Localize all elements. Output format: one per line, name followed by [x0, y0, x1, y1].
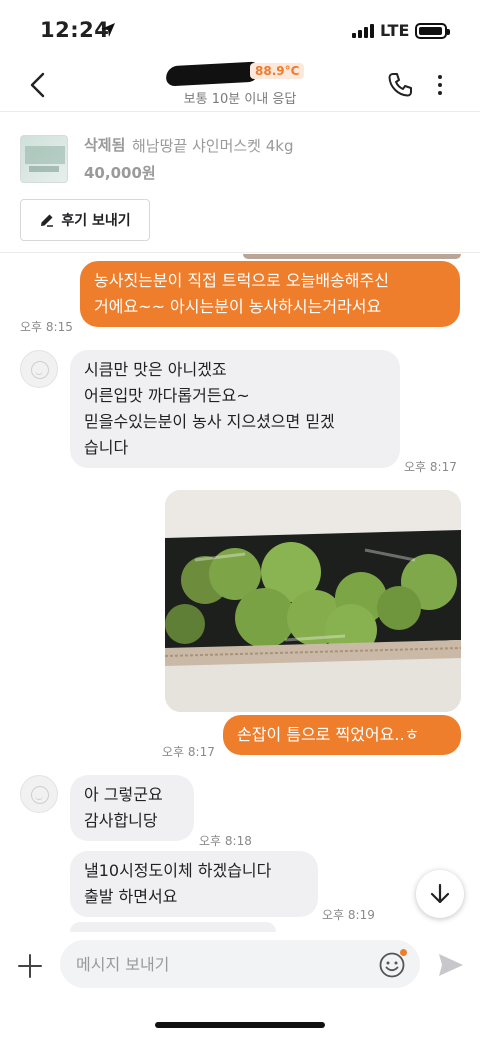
product-card[interactable]: 삭제됨 해남땅끝 샤인머스켓 4kg 40,000원 후기 보내기	[0, 113, 480, 253]
incoming-message[interactable]: 아 그렇군요 감사합니당	[70, 775, 194, 841]
message-time: 오후 8:19	[322, 908, 375, 922]
message-line: 손잡이 틈으로 찍었어요..ㅎ	[237, 725, 420, 744]
message-photo[interactable]	[165, 490, 461, 712]
send-review-button[interactable]: 후기 보내기	[20, 199, 150, 241]
message-line: 습니다	[84, 438, 129, 457]
message-line: 낼10시정도이체 하겠습니다	[84, 861, 272, 880]
message-line: 감사합니당	[84, 811, 158, 830]
message-line: 출발 하면서요	[84, 887, 178, 906]
network-label: LTE	[380, 21, 410, 40]
send-review-label: 후기 보내기	[61, 213, 131, 229]
outgoing-message[interactable]: 손잡이 틈으로 찍었어요..ㅎ	[223, 715, 461, 755]
message-line: 어른입맛 까다롭거든요~	[84, 386, 250, 405]
user-avatar[interactable]	[20, 775, 58, 813]
attach-button[interactable]	[16, 952, 44, 980]
redacted-name	[165, 61, 259, 87]
product-status: 삭제됨	[84, 136, 126, 154]
message-time: 오후 8:18	[199, 834, 252, 848]
pencil-icon	[41, 214, 54, 227]
signal-icon	[352, 24, 374, 38]
plus-icon	[18, 954, 42, 978]
send-button[interactable]	[436, 950, 466, 980]
battery-icon	[415, 23, 450, 39]
message-line: 믿을수있는분이 농사 지으셨으면 믿겠	[84, 412, 335, 431]
incoming-message[interactable]: 낼10시정도이체 하겠습니다 출발 하면서요	[70, 851, 318, 917]
send-icon	[439, 954, 463, 976]
message-line: 거에요~~ 아시는분이 농사하시는거라서요	[94, 297, 382, 316]
arrow-down-icon	[430, 883, 450, 904]
call-button[interactable]	[386, 71, 414, 103]
scroll-to-bottom-button[interactable]	[416, 870, 464, 918]
next-message-edge	[70, 922, 276, 932]
previous-image-edge	[243, 254, 461, 259]
more-vertical-icon	[438, 75, 442, 79]
product-title: 해남땅끝 샤인머스켓 4kg	[132, 137, 294, 155]
outgoing-message[interactable]: 농사짓는분이 직접 트럭으로 오늘배송해주신 거에요~~ 아시는분이 농사하시는…	[80, 261, 460, 327]
status-bar: 12:24 LTE	[0, 0, 480, 60]
status-time: 12:24	[40, 18, 110, 42]
home-indicator	[155, 1022, 325, 1028]
notification-dot	[400, 949, 407, 956]
product-price: 40,000원	[84, 164, 156, 182]
manner-temperature-badge: 88.9°C	[250, 63, 305, 79]
message-line: 농사짓는분이 직접 트럭으로 오늘배송해주신	[94, 271, 389, 290]
message-list[interactable]: 농사짓는분이 직접 트럭으로 오늘배송해주신 거에요~~ 아시는분이 농사하시는…	[0, 254, 480, 932]
message-input-bar	[0, 932, 480, 1002]
location-arrow-icon	[100, 22, 116, 42]
message-time: 오후 8:17	[162, 745, 215, 759]
product-thumbnail	[20, 135, 68, 183]
chat-header: 88.9°C 보통 10분 이내 응답	[0, 60, 480, 112]
grapes-photo-image	[165, 490, 461, 712]
message-line: 아 그렇군요	[84, 785, 163, 804]
more-button[interactable]	[432, 72, 448, 98]
phone-icon	[388, 73, 412, 97]
message-time: 오후 8:15	[20, 320, 73, 334]
message-line: 시큼만 맛은 아니겠죠	[84, 360, 227, 379]
user-avatar[interactable]	[20, 350, 58, 388]
message-time: 오후 8:17	[404, 460, 457, 474]
message-input[interactable]	[60, 940, 420, 988]
incoming-message[interactable]: 시큼만 맛은 아니겠죠 어른입맛 까다롭거든요~ 믿을수있는분이 농사 지으셨으…	[70, 350, 400, 468]
